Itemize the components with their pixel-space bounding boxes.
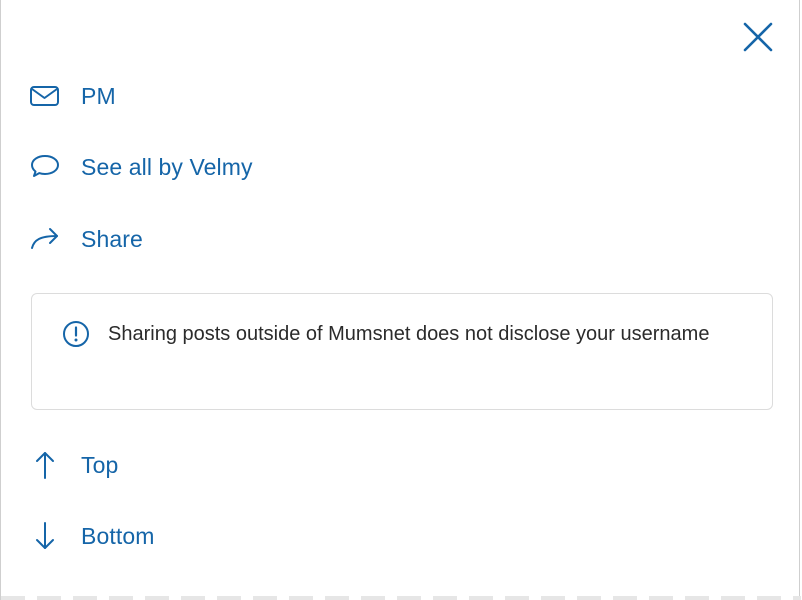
top-menu-item[interactable]: Top <box>29 447 118 483</box>
arrow-down-icon <box>29 521 63 551</box>
see-all-label: See all by Velmy <box>81 153 253 180</box>
close-button[interactable] <box>739 19 777 55</box>
post-actions-sheet: PM See all by Velmy Share Sharing posts … <box>0 0 801 600</box>
share-menu-item[interactable]: Share <box>29 221 143 257</box>
bottom-label: Bottom <box>81 522 155 549</box>
speech-bubble-icon <box>29 152 63 182</box>
bottom-menu-item[interactable]: Bottom <box>29 518 154 554</box>
underlying-page-edge <box>1 596 801 600</box>
close-icon <box>743 22 773 52</box>
envelope-icon <box>29 81 63 111</box>
pm-label: PM <box>81 82 116 109</box>
info-circle-icon <box>63 321 89 347</box>
top-label: Top <box>81 451 119 478</box>
share-label: Share <box>81 225 143 252</box>
share-arrow-icon <box>29 224 63 254</box>
notice-text: Sharing posts outside of Mumsnet does no… <box>108 323 710 345</box>
see-all-by-user-menu-item[interactable]: See all by Velmy <box>29 149 253 185</box>
arrow-up-icon <box>29 450 63 480</box>
share-privacy-notice: Sharing posts outside of Mumsnet does no… <box>31 293 773 410</box>
pm-menu-item[interactable]: PM <box>29 78 116 114</box>
